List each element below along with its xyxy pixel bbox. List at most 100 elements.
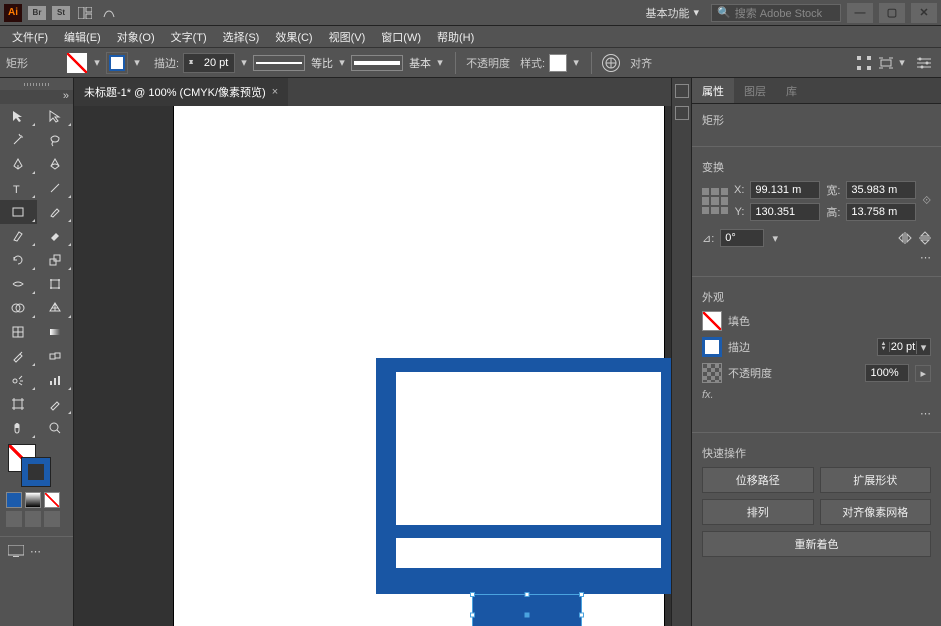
link-wh-icon[interactable]: ⟐	[922, 195, 931, 208]
hand-tool[interactable]	[0, 416, 37, 440]
angle-input[interactable]: 0°	[720, 229, 764, 247]
tab-libraries[interactable]: 库	[776, 78, 807, 103]
stroke-weight-field[interactable]: ▲▼ 20 pt ▾	[877, 338, 931, 356]
recolor-button[interactable]: 重新着色	[702, 531, 931, 557]
fill-stroke-block[interactable]	[0, 440, 73, 492]
flip-vertical-icon[interactable]	[919, 230, 931, 246]
mesh-tool[interactable]	[0, 320, 37, 344]
handle-n[interactable]	[525, 592, 530, 597]
free-transform-tool[interactable]	[37, 272, 74, 296]
h-input[interactable]: 13.758 m	[846, 203, 916, 221]
perspective-tool[interactable]	[37, 296, 74, 320]
handle-ne[interactable]	[579, 592, 584, 597]
menu-help[interactable]: 帮助(H)	[429, 29, 482, 45]
none-mode-swatch[interactable]	[44, 492, 60, 508]
style-dropdown-icon[interactable]: ▾	[571, 56, 581, 69]
y-input[interactable]: 130.351	[750, 203, 820, 221]
profile-dropdown2-icon[interactable]: ▾	[435, 56, 445, 69]
offset-path-button[interactable]: 位移路径	[702, 467, 814, 493]
slice-tool[interactable]	[37, 392, 74, 416]
flip-horizontal-icon[interactable]	[897, 232, 913, 244]
gradient-tool[interactable]	[37, 320, 74, 344]
symbol-spray-tool[interactable]	[0, 368, 37, 392]
stock-badge[interactable]: St	[52, 6, 70, 20]
graph-tool[interactable]	[37, 368, 74, 392]
document-tab[interactable]: 未标题-1* @ 100% (CMYK/像素预览) ×	[74, 78, 288, 106]
gradient-mode-swatch[interactable]	[25, 492, 41, 508]
shaper-tool[interactable]	[0, 224, 37, 248]
zoom-tool[interactable]	[37, 416, 74, 440]
opacity-field[interactable]: 100%	[865, 364, 909, 382]
rectangle-tool[interactable]	[0, 200, 37, 224]
color-mode-swatch[interactable]	[6, 492, 22, 508]
stock-search-input[interactable]: 🔍 搜索 Adobe Stock	[711, 4, 841, 22]
shape-builder-tool[interactable]	[0, 296, 37, 320]
line-tool[interactable]	[37, 176, 74, 200]
window-close[interactable]: ✕	[911, 3, 937, 23]
menu-type[interactable]: 文字(T)	[163, 29, 215, 45]
graphic-style-swatch[interactable]	[549, 54, 567, 72]
blend-tool[interactable]	[37, 344, 74, 368]
reference-point-widget[interactable]	[702, 188, 728, 214]
isolate-icon[interactable]	[879, 56, 893, 70]
arrange-button[interactable]: 排列	[702, 499, 814, 525]
direct-selection-tool[interactable]	[37, 104, 74, 128]
paintbrush-tool[interactable]	[37, 200, 74, 224]
stroke-appearance-swatch[interactable]	[702, 337, 722, 357]
center-point[interactable]	[525, 613, 530, 618]
handle-e[interactable]	[579, 613, 584, 618]
menu-view[interactable]: 视图(V)	[321, 29, 374, 45]
screen-mode-icon[interactable]	[8, 545, 24, 558]
menu-effect[interactable]: 效果(C)	[267, 29, 320, 45]
opacity-appearance-swatch[interactable]	[702, 363, 722, 383]
transform-icon[interactable]	[857, 56, 871, 70]
edit-toolbar-icon[interactable]: ⋯	[30, 545, 41, 558]
panel-grip[interactable]	[0, 78, 73, 90]
eyedropper-tool[interactable]	[0, 344, 37, 368]
rotate-tool[interactable]	[0, 248, 37, 272]
handle-nw[interactable]	[470, 592, 475, 597]
menu-select[interactable]: 选择(S)	[215, 29, 268, 45]
x-input[interactable]: 99.131 m	[750, 181, 820, 199]
menu-object[interactable]: 对象(O)	[109, 29, 163, 45]
align-label[interactable]: 对齐	[630, 55, 652, 71]
lasso-tool[interactable]	[37, 128, 74, 152]
bridge-badge[interactable]: Br	[28, 6, 46, 20]
stroke-large-swatch[interactable]	[22, 458, 50, 486]
angle-dropdown-icon[interactable]: ▾	[770, 232, 780, 245]
scale-tool[interactable]	[37, 248, 74, 272]
draw-behind-icon[interactable]	[25, 511, 41, 527]
canvas[interactable]	[74, 106, 671, 626]
options-icon[interactable]	[917, 57, 931, 69]
window-maximize[interactable]: ▢	[879, 3, 905, 23]
gpu-icon[interactable]	[100, 6, 118, 20]
art-monitor-bar[interactable]	[396, 538, 661, 568]
menu-window[interactable]: 窗口(W)	[373, 29, 429, 45]
width-tool[interactable]	[0, 272, 37, 296]
align-pixel-button[interactable]: 对齐像素网格	[820, 499, 932, 525]
stroke-weight-dropdown-icon[interactable]: ▾	[239, 56, 249, 69]
handle-w[interactable]	[470, 613, 475, 618]
expand-shape-button[interactable]: 扩展形状	[820, 467, 932, 493]
stroke-profile-basic[interactable]	[351, 55, 403, 71]
strip-icon-2[interactable]	[675, 106, 689, 120]
eraser-tool[interactable]	[37, 224, 74, 248]
draw-inside-icon[interactable]	[44, 511, 60, 527]
opacity-popup-icon[interactable]: ▸	[915, 365, 931, 382]
close-tab-icon[interactable]: ×	[272, 86, 278, 98]
draw-normal-icon[interactable]	[6, 511, 22, 527]
tab-layers[interactable]: 图层	[734, 78, 776, 103]
selection-bounds[interactable]	[472, 594, 582, 626]
transform-dropdown-icon[interactable]: ▾	[897, 56, 907, 69]
panel-collapse-icon[interactable]: »	[0, 90, 73, 104]
fill-swatch[interactable]	[66, 52, 88, 74]
arrange-docs-icon[interactable]	[76, 6, 94, 20]
window-minimize[interactable]: —	[847, 3, 873, 23]
opacity-label[interactable]: 不透明度	[466, 55, 510, 71]
tab-properties[interactable]: 属性	[692, 78, 734, 103]
art-monitor-screen[interactable]	[396, 372, 661, 525]
profile-dropdown1-icon[interactable]: ▾	[337, 56, 347, 69]
fill-dropdown-icon[interactable]: ▾	[92, 56, 102, 69]
stroke-profile-uniform[interactable]	[253, 55, 305, 71]
stroke-weight-input[interactable]: ▲▼ 20 pt	[183, 53, 235, 73]
